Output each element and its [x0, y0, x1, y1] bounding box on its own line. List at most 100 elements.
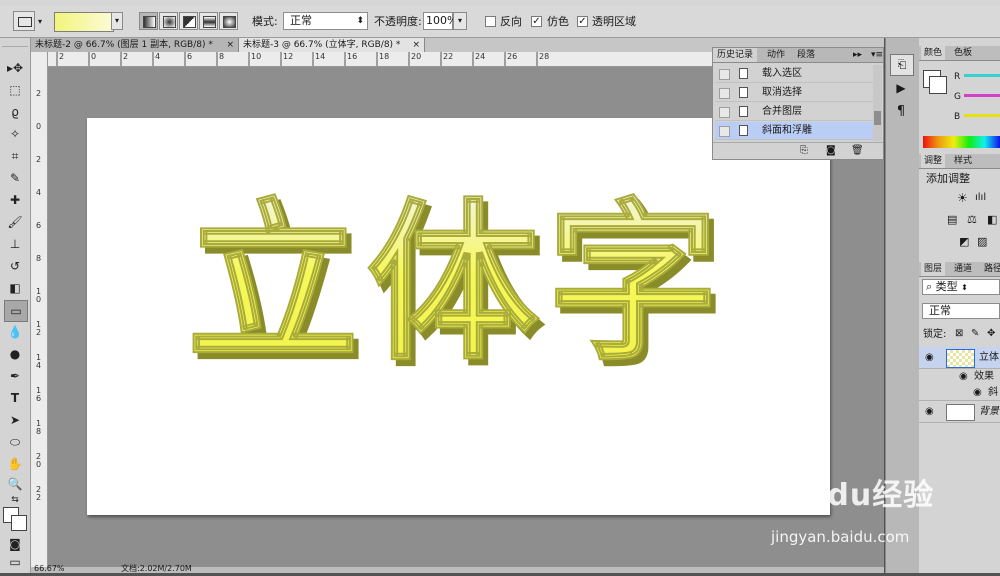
tab-adjustments[interactable]: 调整	[921, 154, 946, 168]
watermark-url: jingyan.baidu.com	[771, 528, 910, 546]
screen-mode-icon[interactable]: ▭	[4, 552, 26, 572]
tab-styles[interactable]: 样式	[951, 154, 975, 168]
path-select-tool-icon[interactable]: ➤	[4, 410, 26, 430]
ruler-label: 14	[315, 52, 326, 61]
history-brush-tool-icon[interactable]: ↺	[4, 256, 26, 276]
mode-select[interactable]: 正常 ⬍	[283, 12, 368, 30]
ellipse-tool-icon[interactable]: ⬭	[4, 432, 26, 452]
radial-gradient-button[interactable]	[159, 12, 178, 30]
opacity-input[interactable]: 100%	[423, 12, 457, 30]
tab-swatches[interactable]: 色板	[951, 46, 975, 60]
levels-icon[interactable]: ılıl	[975, 191, 986, 205]
collapse-icon[interactable]: ▸▸	[849, 48, 866, 62]
history-item[interactable]: 取消选择	[715, 84, 873, 102]
layer-row-background[interactable]: ◉ 背景	[919, 401, 1000, 423]
gradient-swatch[interactable]	[54, 12, 114, 32]
tab-paragraph[interactable]: 段落	[793, 48, 819, 62]
color-balance-icon[interactable]: ⚖	[967, 213, 977, 227]
healing-brush-tool-icon[interactable]: ✚	[4, 190, 26, 210]
layer-effects-row[interactable]: ◉ 效果	[919, 369, 1000, 385]
dodge-tool-icon[interactable]: ●	[4, 344, 26, 364]
camera-icon[interactable]: ◙	[826, 145, 836, 156]
tool-preset-picker[interactable]	[13, 11, 35, 31]
angle-gradient-button[interactable]	[179, 12, 198, 30]
vibrance-icon[interactable]: ▤	[947, 213, 957, 227]
diamond-gradient-button[interactable]	[219, 12, 238, 30]
dither-checkbox[interactable]: ✓	[531, 16, 542, 27]
lasso-tool-icon[interactable]: ϱ	[4, 102, 26, 122]
tab-paths[interactable]: 路径	[981, 262, 1000, 276]
type-tool-icon[interactable]: T	[4, 388, 26, 408]
eye-icon[interactable]: ◉	[925, 406, 934, 418]
tab-history[interactable]: 历史记录	[713, 48, 758, 62]
history-snapshot-box[interactable]	[719, 88, 730, 99]
transparency-checkbox[interactable]: ✓	[577, 16, 588, 27]
move-tool-icon[interactable]: ▸✥	[4, 58, 26, 78]
linear-gradient-button[interactable]	[139, 12, 158, 30]
quick-mask-icon[interactable]: ◙	[4, 534, 26, 554]
angle-gradient-icon	[183, 16, 196, 28]
history-item[interactable]: 载入选区	[715, 65, 873, 83]
doc-tab-1[interactable]: 未标题-2 @ 66.7% (图层 1 副本, RGB/8) * ×	[31, 38, 239, 52]
eye-icon[interactable]: ◉	[973, 387, 982, 399]
gradient-tool-icon[interactable]: ▭	[4, 300, 28, 322]
color-spectrum[interactable]	[923, 136, 1000, 148]
history-item-selected[interactable]: 斜面和浮雕	[715, 122, 873, 140]
chevron-down-icon[interactable]: ▾	[38, 15, 42, 29]
tab-actions[interactable]: 动作	[763, 48, 789, 62]
pen-tool-icon[interactable]: ✒	[4, 366, 26, 386]
brush-tool-icon[interactable]: 🖌	[4, 212, 26, 232]
channel-r-slider[interactable]	[964, 74, 1000, 77]
background-color-swatch[interactable]	[929, 76, 947, 94]
doc-tab-2[interactable]: 未标题-3 @ 66.7% (立体字, RGB/8) * ×	[239, 38, 425, 52]
eyedropper-tool-icon[interactable]: ✎	[4, 168, 26, 188]
layer-effect-item[interactable]: ◉ 斜	[919, 385, 1000, 401]
document-canvas[interactable]: 立体字	[87, 118, 830, 515]
gradient-tool-icon	[18, 17, 32, 27]
crop-tool-icon[interactable]: ⌗	[4, 146, 26, 166]
blur-tool-icon[interactable]: 💧	[4, 322, 26, 342]
lock-transparent-icon[interactable]: ⊠	[955, 327, 963, 341]
layers-panel-tabs: 图层 通道 路径	[919, 262, 1000, 277]
tab-layers[interactable]: 图层	[921, 262, 946, 276]
gradient-map-icon[interactable]: ▨	[977, 235, 987, 249]
blend-mode-select[interactable]: 正常	[922, 303, 1000, 319]
hand-tool-icon[interactable]: ✋	[4, 454, 26, 474]
history-item[interactable]: 合并图层	[715, 103, 873, 121]
trash-icon[interactable]: 🗑	[851, 145, 864, 156]
gradient-dropdown-button[interactable]: ▾	[111, 12, 123, 30]
close-icon[interactable]: ×	[226, 38, 234, 52]
tab-channels[interactable]: 通道	[951, 262, 975, 276]
actions-panel-icon[interactable]: ▶	[890, 78, 912, 98]
tools-panel-grip[interactable]	[2, 40, 28, 47]
layer-row-text[interactable]: ◉ 立体	[919, 347, 1000, 369]
invert-icon[interactable]: ◩	[959, 235, 969, 249]
history-snapshot-box[interactable]	[719, 126, 730, 137]
scrollbar-thumb[interactable]	[874, 111, 881, 125]
reflected-gradient-button[interactable]	[199, 12, 218, 30]
history-snapshot-box[interactable]	[719, 69, 730, 80]
lock-brush-icon[interactable]: ✎	[971, 327, 979, 341]
history-scrollbar[interactable]	[873, 65, 882, 141]
channel-g-slider[interactable]	[964, 94, 1000, 97]
tab-color[interactable]: 颜色	[921, 46, 946, 60]
paragraph-panel-icon[interactable]: ¶	[890, 102, 912, 122]
eye-icon[interactable]: ◉	[925, 352, 934, 364]
lock-move-icon[interactable]: ✥	[987, 327, 995, 341]
eye-icon[interactable]: ◉	[959, 371, 968, 383]
opacity-slider-button[interactable]: ▾	[453, 12, 467, 30]
brightness-icon[interactable]: ☀	[957, 191, 968, 205]
reverse-checkbox[interactable]	[485, 16, 496, 27]
stamp-tool-icon[interactable]: ⊥	[4, 234, 26, 254]
background-color-swatch[interactable]	[11, 515, 27, 531]
quick-select-tool-icon[interactable]: ✧	[4, 124, 26, 144]
close-icon[interactable]: ×	[412, 38, 420, 52]
layer-filter-select[interactable]: ⌕ 类型 ⬍	[922, 279, 1000, 295]
marquee-tool-icon[interactable]: ⬚	[4, 80, 26, 100]
eraser-tool-icon[interactable]: ◧	[4, 278, 26, 298]
history-panel-icon[interactable]: ⎗	[890, 54, 914, 76]
history-snapshot-box[interactable]	[719, 107, 730, 118]
black-white-icon[interactable]: ◧	[987, 213, 997, 227]
channel-b-slider[interactable]	[964, 114, 1000, 117]
new-document-icon[interactable]: ⎘	[800, 145, 808, 156]
